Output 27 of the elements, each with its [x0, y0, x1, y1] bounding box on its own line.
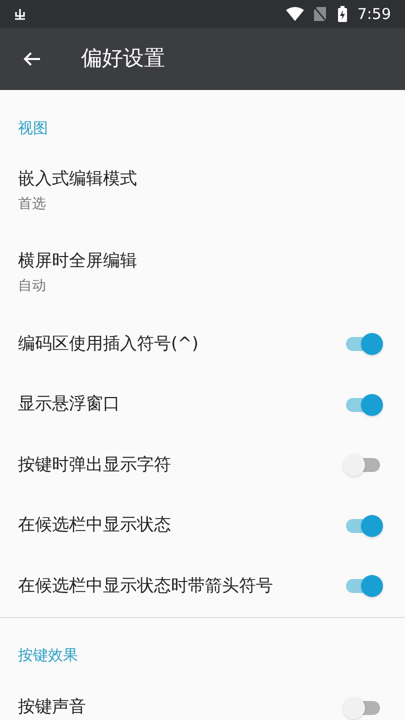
preference-row[interactable]: 横屏时全屏编辑 自动: [0, 232, 405, 314]
section-header: 按键效果: [18, 645, 78, 666]
preference-title: 在候选栏中显示状态: [18, 514, 172, 537]
preference-row[interactable]: 显示悬浮窗口: [0, 374, 405, 435]
preference-summary: 自动: [18, 277, 47, 296]
notification-icon: [14, 8, 26, 20]
preference-summary: 首选: [18, 195, 47, 214]
back-arrow-icon: [23, 51, 41, 67]
preference-row[interactable]: 嵌入式编辑模式 首选: [0, 150, 405, 232]
preference-row[interactable]: 按键声音: [0, 678, 405, 720]
preference-title: 显示悬浮窗口: [18, 393, 121, 416]
toolbar-title: 偏好设置: [81, 45, 165, 72]
preference-title: 按键声音: [18, 696, 87, 719]
preference-row[interactable]: 按键时弹出显示字符: [0, 435, 405, 496]
preference-row[interactable]: 编码区使用插入符号(^): [0, 314, 405, 374]
battery-charging-icon: [338, 6, 348, 22]
preference-title: 横屏时全屏编辑: [18, 250, 138, 273]
preference-title: 嵌入式编辑模式: [18, 168, 138, 191]
preference-title: 编码区使用插入符号(^): [18, 332, 200, 356]
no-sim-icon: [314, 7, 326, 21]
preference-row[interactable]: 在候选栏中显示状态时带箭头符号: [0, 556, 405, 616]
preference-title: 在候选栏中显示状态时带箭头符号: [18, 574, 274, 598]
preference-title: 按键时弹出显示字符: [18, 454, 172, 476]
status-time: 7:59: [357, 4, 391, 25]
section-header: 视图: [18, 118, 48, 139]
wifi-icon: [286, 7, 304, 21]
preference-row[interactable]: 在候选栏中显示状态: [0, 496, 405, 556]
